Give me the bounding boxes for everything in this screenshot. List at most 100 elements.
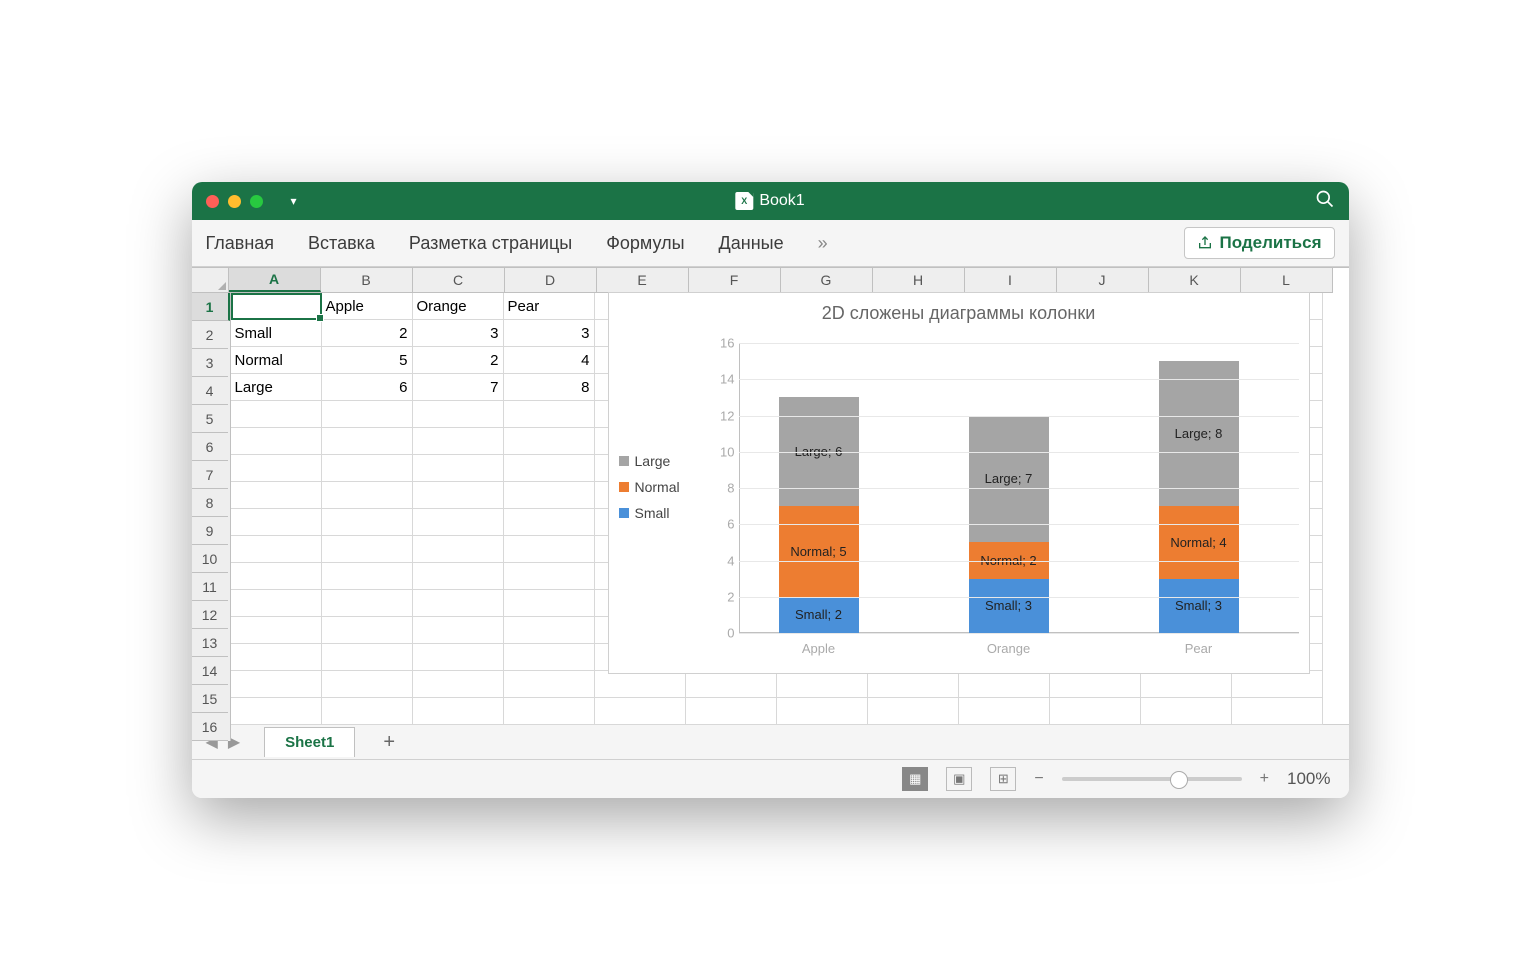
- cell[interactable]: [231, 293, 322, 320]
- row-header[interactable]: 14: [192, 657, 228, 685]
- ribbon-tab-formulas[interactable]: Формулы: [606, 233, 684, 254]
- cell[interactable]: [504, 536, 595, 563]
- row-header[interactable]: 4: [192, 377, 228, 405]
- cell[interactable]: [322, 401, 413, 428]
- column-header[interactable]: C: [413, 268, 505, 292]
- cell[interactable]: [959, 671, 1050, 698]
- cell[interactable]: [231, 698, 322, 725]
- cell[interactable]: 5: [322, 347, 413, 374]
- cell[interactable]: [231, 617, 322, 644]
- cell[interactable]: [504, 428, 595, 455]
- cell[interactable]: [1232, 698, 1323, 725]
- column-header[interactable]: H: [873, 268, 965, 292]
- row-header[interactable]: 8: [192, 489, 228, 517]
- column-header[interactable]: L: [1241, 268, 1333, 292]
- row-header[interactable]: 15: [192, 685, 228, 713]
- cell[interactable]: [322, 428, 413, 455]
- share-button[interactable]: Поделиться: [1184, 227, 1334, 259]
- column-header[interactable]: G: [781, 268, 873, 292]
- select-all-corner[interactable]: [192, 268, 229, 293]
- cell[interactable]: [1141, 671, 1232, 698]
- cell[interactable]: Large: [231, 374, 322, 401]
- column-header[interactable]: B: [321, 268, 413, 292]
- cell[interactable]: [504, 563, 595, 590]
- zoom-icon[interactable]: [250, 195, 263, 208]
- cell[interactable]: [959, 698, 1050, 725]
- cell[interactable]: Apple: [322, 293, 413, 320]
- ribbon-more-icon[interactable]: »: [818, 233, 828, 254]
- row-header[interactable]: 1: [192, 293, 230, 321]
- cell[interactable]: [231, 482, 322, 509]
- cell[interactable]: [413, 401, 504, 428]
- cell[interactable]: [504, 401, 595, 428]
- cell[interactable]: [868, 671, 959, 698]
- zoom-thumb[interactable]: [1170, 771, 1188, 789]
- cell[interactable]: [868, 698, 959, 725]
- cell[interactable]: [231, 536, 322, 563]
- chart[interactable]: 2D сложены диаграммы колонки LargeNormal…: [608, 292, 1310, 674]
- cell[interactable]: [1050, 671, 1141, 698]
- minimize-icon[interactable]: [228, 195, 241, 208]
- cell[interactable]: [322, 455, 413, 482]
- zoom-slider[interactable]: [1062, 777, 1242, 781]
- row-header[interactable]: 10: [192, 545, 228, 573]
- cell[interactable]: [231, 563, 322, 590]
- row-header[interactable]: 5: [192, 405, 228, 433]
- row-header[interactable]: 9: [192, 517, 228, 545]
- search-icon[interactable]: [1315, 189, 1335, 214]
- cell[interactable]: [686, 698, 777, 725]
- cell[interactable]: Orange: [413, 293, 504, 320]
- column-header[interactable]: E: [597, 268, 689, 292]
- cell[interactable]: [231, 590, 322, 617]
- cell[interactable]: [322, 698, 413, 725]
- ribbon-tab-insert[interactable]: Вставка: [308, 233, 375, 254]
- view-page-layout-icon[interactable]: ▣: [946, 767, 972, 791]
- cell[interactable]: [231, 428, 322, 455]
- cell[interactable]: [413, 698, 504, 725]
- ribbon-tab-page-layout[interactable]: Разметка страницы: [409, 233, 572, 254]
- row-header[interactable]: 16: [192, 713, 228, 741]
- view-normal-icon[interactable]: ▦: [902, 767, 928, 791]
- zoom-out-button[interactable]: −: [1034, 770, 1043, 788]
- cell[interactable]: [504, 455, 595, 482]
- row-header[interactable]: 7: [192, 461, 228, 489]
- cell[interactable]: [322, 563, 413, 590]
- row-header[interactable]: 13: [192, 629, 228, 657]
- cell[interactable]: [686, 671, 777, 698]
- cell[interactable]: [595, 671, 686, 698]
- cell[interactable]: [1141, 698, 1232, 725]
- row-header[interactable]: 12: [192, 601, 228, 629]
- cell[interactable]: [413, 644, 504, 671]
- cell[interactable]: [413, 563, 504, 590]
- cell[interactable]: [413, 617, 504, 644]
- cell[interactable]: [413, 482, 504, 509]
- cell[interactable]: [504, 590, 595, 617]
- cell[interactable]: [504, 482, 595, 509]
- row-header[interactable]: 2: [192, 321, 228, 349]
- row-header[interactable]: 11: [192, 573, 228, 601]
- cell[interactable]: 8: [504, 374, 595, 401]
- view-page-break-icon[interactable]: ⊞: [990, 767, 1016, 791]
- column-header[interactable]: A: [229, 268, 321, 292]
- column-header[interactable]: F: [689, 268, 781, 292]
- cell[interactable]: [777, 698, 868, 725]
- close-icon[interactable]: [206, 195, 219, 208]
- cell[interactable]: [413, 455, 504, 482]
- cell[interactable]: [322, 644, 413, 671]
- qat-customize-icon[interactable]: ▾: [291, 194, 297, 208]
- column-header[interactable]: D: [505, 268, 597, 292]
- row-header[interactable]: 6: [192, 433, 228, 461]
- cell[interactable]: 7: [413, 374, 504, 401]
- zoom-in-button[interactable]: +: [1260, 770, 1269, 788]
- cell[interactable]: [413, 671, 504, 698]
- cell[interactable]: [1050, 698, 1141, 725]
- cell[interactable]: 3: [413, 320, 504, 347]
- cell[interactable]: 3: [504, 320, 595, 347]
- cell[interactable]: [504, 671, 595, 698]
- column-header[interactable]: I: [965, 268, 1057, 292]
- cell[interactable]: [322, 617, 413, 644]
- cell[interactable]: [231, 644, 322, 671]
- column-header[interactable]: K: [1149, 268, 1241, 292]
- cell[interactable]: 2: [322, 320, 413, 347]
- cell[interactable]: [322, 482, 413, 509]
